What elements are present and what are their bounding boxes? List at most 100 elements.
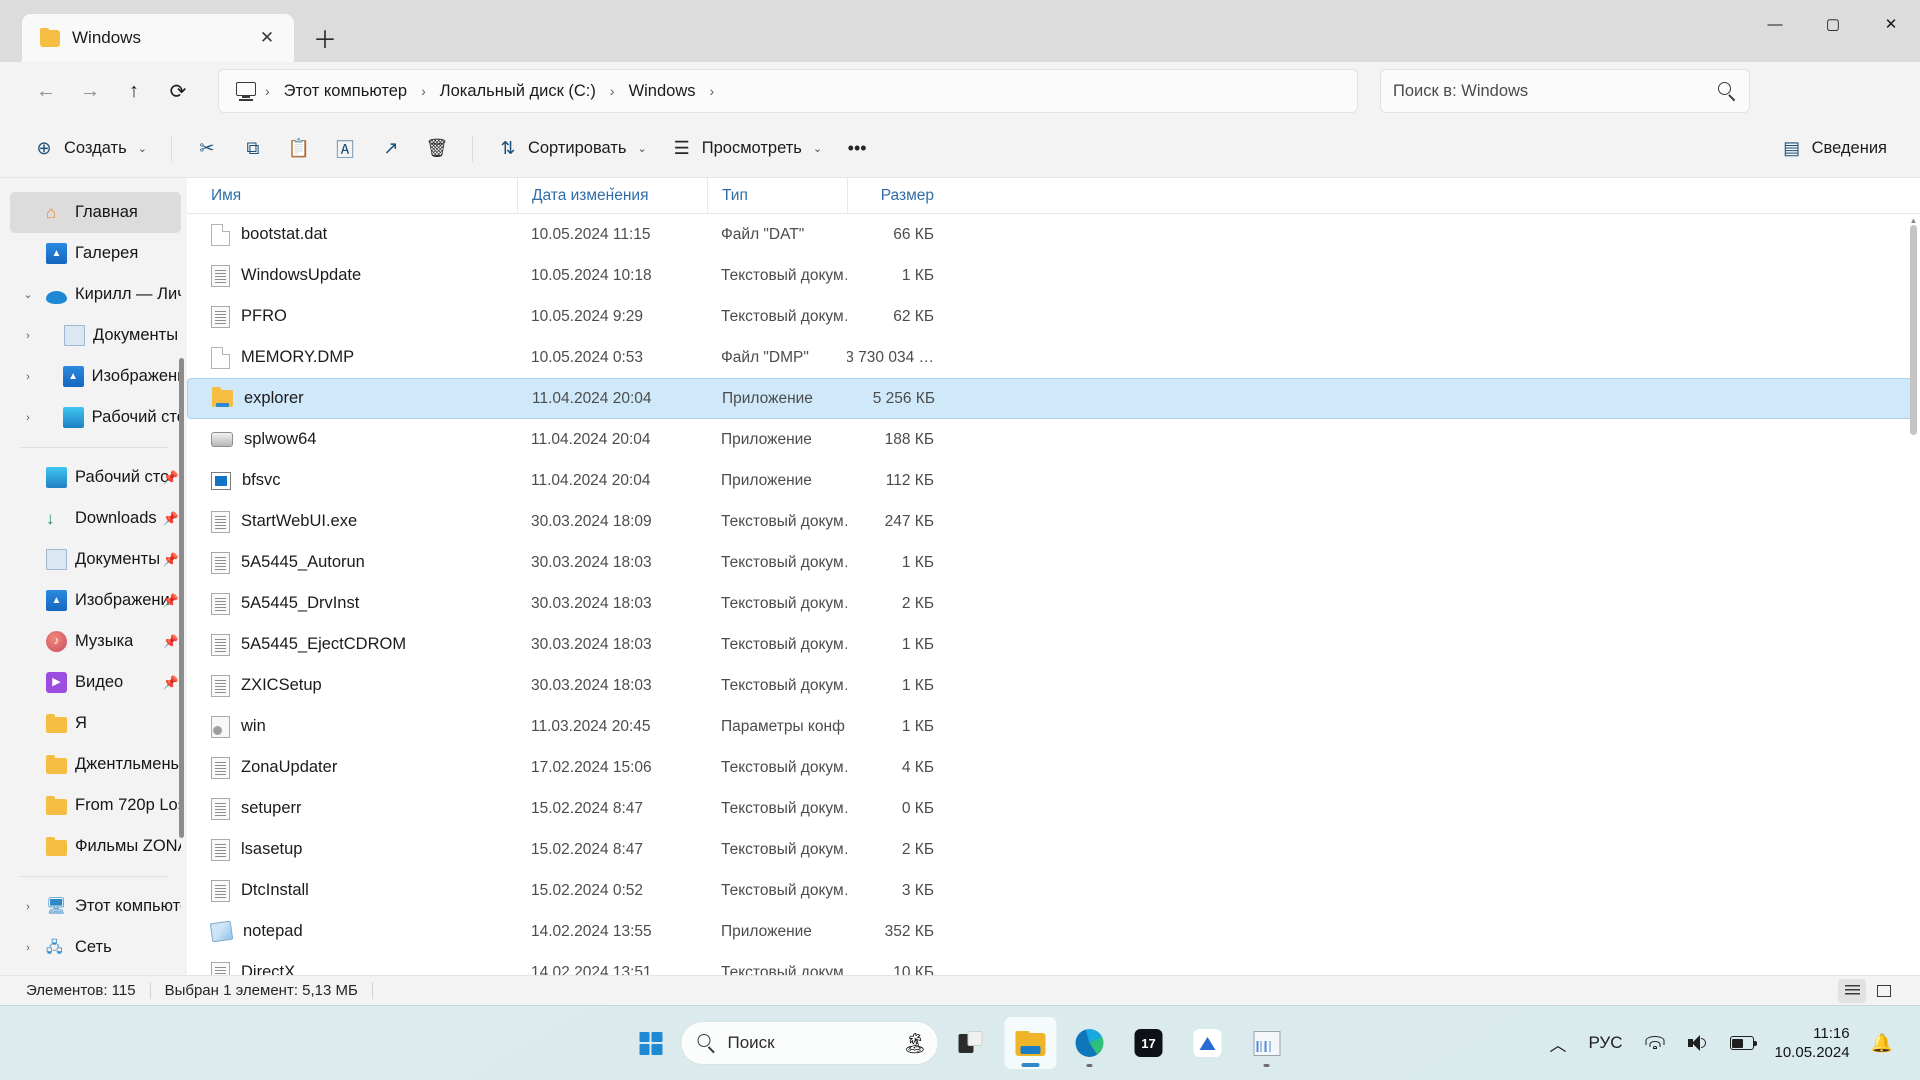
- minimize-button[interactable]: —: [1746, 0, 1804, 48]
- file-size: 1 КБ: [901, 717, 934, 735]
- more-options-button[interactable]: •••: [835, 129, 879, 169]
- file-list-scrollbar[interactable]: ▲: [1909, 216, 1918, 971]
- share-button[interactable]: ↗: [369, 129, 413, 169]
- sidebar-item-изображени[interactable]: ▲ Изображени 📌: [10, 580, 181, 621]
- column-header-size[interactable]: Размер: [847, 178, 944, 214]
- tiles-view-button[interactable]: [1870, 979, 1898, 1003]
- copy-button[interactable]: ⧉: [231, 129, 275, 169]
- table-row[interactable]: explorer 11.04.2024 20:04 Приложение 5 256 …: [187, 378, 1912, 419]
- file-date: 11.04.2024 20:04: [531, 430, 651, 448]
- forward-button[interactable]: →: [68, 69, 112, 113]
- close-tab-icon[interactable]: ✕: [252, 23, 282, 53]
- details-pane-button[interactable]: ▤ Сведения: [1770, 129, 1898, 169]
- clock[interactable]: 11:16 10.05.2024: [1765, 1024, 1860, 1062]
- table-row[interactable]: StartWebUI.exe 30.03.2024 18:09 Текстовый …: [187, 501, 1912, 542]
- taskbar-app-task-view[interactable]: [946, 1017, 998, 1069]
- sidebar-item-фильмы-zona[interactable]: Фильмы ZONA: [10, 826, 181, 867]
- language-indicator[interactable]: РУС: [1577, 1017, 1633, 1069]
- chevron-right-icon[interactable]: ›: [18, 412, 38, 424]
- table-row[interactable]: 5A5445_DrvInst 30.03.2024 18:03 Текстовый …: [187, 583, 1912, 624]
- breadcrumb-windows[interactable]: Windows: [621, 78, 704, 105]
- sidebar-item-этот-компьютер[interactable]: › 🖥 Этот компьютер: [10, 886, 181, 927]
- taskbar-app-file-explorer[interactable]: [1004, 1017, 1057, 1069]
- chevron-right-icon[interactable]: ›: [18, 371, 38, 383]
- scroll-up-arrow-icon[interactable]: ▲: [1909, 216, 1918, 225]
- column-header-type[interactable]: Тип: [707, 178, 847, 214]
- table-row[interactable]: bfsvc 11.04.2024 20:04 Приложение 112 КБ: [187, 460, 1912, 501]
- sidebar-item-сеть[interactable]: › 🖧 Сеть: [10, 927, 181, 968]
- table-row[interactable]: DtcInstall 15.02.2024 0:52 Текстовый докум…: [187, 870, 1912, 911]
- scrollbar-thumb[interactable]: [1910, 225, 1917, 435]
- new-tab-button[interactable]: ＋: [304, 16, 346, 58]
- close-window-button[interactable]: ✕: [1862, 0, 1920, 48]
- sidebar-item-я[interactable]: Я: [10, 703, 181, 744]
- start-button[interactable]: [628, 1020, 674, 1066]
- sidebar-item-видео[interactable]: ▶ Видео 📌: [10, 662, 181, 703]
- table-row[interactable]: 5A5445_EjectCDROM 30.03.2024 18:03 Текстов…: [187, 624, 1912, 665]
- chevron-right-icon[interactable]: ›: [18, 942, 38, 954]
- address-bar[interactable]: › Этот компьютер › Локальный диск (C:) ›…: [218, 69, 1358, 113]
- table-row[interactable]: ZXICSetup 30.03.2024 18:03 Текстовый докум…: [187, 665, 1912, 706]
- table-row[interactable]: bootstat.dat 10.05.2024 11:15 Файл "DAT" 66…: [187, 214, 1912, 255]
- table-row[interactable]: WindowsUpdate 10.05.2024 10:18 Текстовый д…: [187, 255, 1912, 296]
- sort-button[interactable]: ⇅ Сортировать ⌄: [486, 129, 658, 169]
- table-row[interactable]: notepad 14.02.2024 13:55 Приложение 352 КБ: [187, 911, 1912, 952]
- taskbar-search-box[interactable]: Поиск 🏝: [680, 1021, 939, 1065]
- table-row[interactable]: 5A5445_Autorun 30.03.2024 18:03 Текстовый …: [187, 542, 1912, 583]
- sidebar-item-рабочий-сто[interactable]: Рабочий сто 📌: [10, 457, 181, 498]
- sidebar-item-музыка[interactable]: ♪ Музыка 📌: [10, 621, 181, 662]
- up-button[interactable]: ↑: [112, 69, 156, 113]
- back-button[interactable]: ←: [24, 69, 68, 113]
- taskbar-app-performance-monitor[interactable]: [1241, 1017, 1293, 1069]
- search-input[interactable]: Поиск в: Windows: [1380, 69, 1750, 113]
- rename-button[interactable]: 🄰: [323, 129, 367, 169]
- sidebar-item-главная[interactable]: ⌂ Главная: [10, 192, 181, 233]
- file-rows[interactable]: bootstat.dat 10.05.2024 11:15 Файл "DAT" 66…: [187, 214, 1920, 975]
- breadcrumb-local-disk-c[interactable]: Локальный диск (C:): [432, 78, 604, 105]
- tray-overflow-button[interactable]: ︿: [1538, 1017, 1577, 1069]
- sidebar-item-галерея[interactable]: ▲ Галерея: [10, 233, 181, 274]
- cut-button[interactable]: ✂: [185, 129, 229, 169]
- table-row[interactable]: setuperr 15.02.2024 8:47 Текстовый докум… 0…: [187, 788, 1912, 829]
- sidebar-scrollbar-thumb[interactable]: [179, 358, 184, 838]
- chevron-right-icon[interactable]: ›: [18, 901, 38, 913]
- view-button[interactable]: ☰ Просмотреть ⌄: [660, 129, 833, 169]
- sidebar-item-джентльмены[interactable]: Джентльмены (: [10, 744, 181, 785]
- sidebar-item-документы[interactable]: › Документы: [10, 315, 181, 356]
- details-view-button[interactable]: [1838, 978, 1866, 1003]
- breadcrumb-this-pc[interactable]: Этот компьютер: [276, 78, 415, 105]
- sidebar-item-документы[interactable]: Документы 📌: [10, 539, 181, 580]
- table-row[interactable]: DirectX 14.02.2024 13:51 Текстовый докум… 1…: [187, 952, 1912, 975]
- table-row[interactable]: splwow64 11.04.2024 20:04 Приложение 188 КБ: [187, 419, 1912, 460]
- volume-button[interactable]: [1677, 1017, 1719, 1069]
- sidebar-item-рабочий-стол[interactable]: › Рабочий стол: [10, 397, 181, 438]
- table-row[interactable]: MEMORY.DMP 10.05.2024 0:53 Файл "DMP" 3 730…: [187, 337, 1912, 378]
- table-row[interactable]: lsasetup 15.02.2024 8:47 Текстовый докум… 2…: [187, 829, 1912, 870]
- refresh-button[interactable]: ⟳: [156, 69, 200, 113]
- chevron-down-icon[interactable]: ⌄: [18, 288, 38, 301]
- taskbar-app-tradingview[interactable]: 17: [1123, 1017, 1175, 1069]
- text-file-icon: [211, 879, 230, 902]
- toolbar-divider: [170, 135, 172, 162]
- table-row[interactable]: PFRO 10.05.2024 9:29 Текстовый докум… 62 КБ: [187, 296, 1912, 337]
- tab-windows[interactable]: Windows ✕: [22, 14, 294, 62]
- chevron-right-icon[interactable]: ›: [18, 330, 38, 342]
- delete-button[interactable]: 🗑: [415, 129, 459, 169]
- maximize-button[interactable]: ▢: [1804, 0, 1862, 48]
- sidebar-item-from-720p-lostf[interactable]: From 720p LostF: [10, 785, 181, 826]
- battery-button[interactable]: [1719, 1017, 1765, 1069]
- column-header-name[interactable]: Имя: [197, 178, 517, 214]
- rename-icon: 🄰: [335, 139, 354, 160]
- taskbar-app-cone[interactable]: [1182, 1017, 1234, 1069]
- selection-info-label: Выбран 1 элемент: 5,13 МБ: [164, 982, 358, 999]
- sidebar-item-изображения[interactable]: › ▲ Изображения: [10, 356, 181, 397]
- table-row[interactable]: win 11.03.2024 20:45 Параметры конф… 1 КБ: [187, 706, 1912, 747]
- network-button[interactable]: [1634, 1017, 1677, 1069]
- taskbar-app-microsoft-edge[interactable]: [1064, 1017, 1116, 1069]
- table-row[interactable]: ZonaUpdater 17.02.2024 15:06 Текстовый док…: [187, 747, 1912, 788]
- navigation-pane[interactable]: ⌂ Главная ▲ Галерея ⌄ Кирилл — Личн › Документы…: [0, 178, 187, 975]
- sidebar-item-downloads[interactable]: ↓ Downloads 📌: [10, 498, 181, 539]
- sidebar-item-кирилл-личн[interactable]: ⌄ Кирилл — Личн: [10, 274, 181, 315]
- notifications-button[interactable]: 🔔: [1860, 1017, 1904, 1069]
- new-button[interactable]: ⊕ Создать ⌄: [22, 129, 158, 169]
